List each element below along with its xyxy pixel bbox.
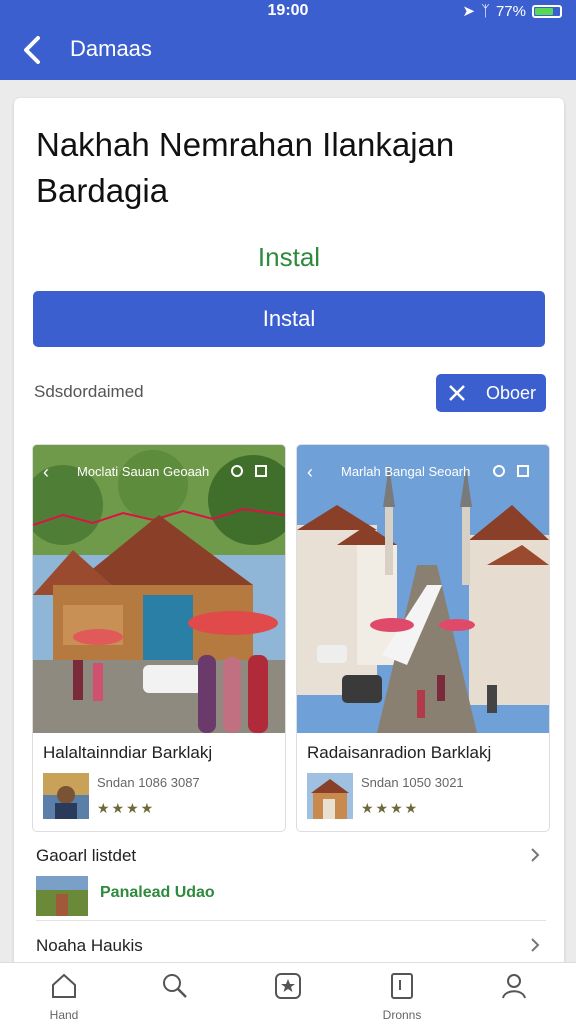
nav-featured[interactable]	[248, 971, 328, 1022]
share-icon	[493, 465, 505, 477]
chevron-left-icon: ‹	[43, 462, 49, 482]
nav-label	[135, 1008, 215, 1022]
chevron-left-icon: ‹	[307, 462, 313, 482]
nav-label	[248, 1008, 328, 1022]
search-icon	[163, 974, 187, 998]
nav-library[interactable]: Dronns	[362, 971, 442, 1022]
close-button[interactable]: Oboer	[436, 374, 546, 412]
nav-label	[474, 1008, 554, 1022]
row-label: Noaha Haukis	[36, 936, 143, 955]
section-row[interactable]: Gaoarl listdet	[14, 838, 564, 878]
tile-name: Radaisanradion Barklakj	[307, 743, 492, 762]
app-detail-card: Nakhah Nemrahan Ilankajan Bardagia Insta…	[14, 98, 564, 978]
status-icons: ➤ ᛉ 77%	[462, 2, 562, 20]
close-button-label: Oboer	[486, 383, 537, 403]
nav-home[interactable]: Hand	[24, 971, 104, 1022]
rating-stars: ★★★★	[361, 800, 420, 816]
app-bar: Damaas	[0, 22, 576, 80]
screenshot-title: Moclati Sauan Geoaah	[77, 464, 210, 479]
battery-icon	[532, 4, 562, 18]
square-icon	[517, 465, 529, 477]
section-thumbnail	[36, 876, 88, 916]
avatar	[307, 773, 353, 819]
chevron-right-icon	[531, 938, 540, 952]
tile-name: Halaltainndiar Barklakj	[43, 743, 213, 762]
screenshot-header: ‹ Moclati Sauan Geoaah	[33, 459, 285, 485]
rating-stars: ★★★★	[97, 800, 156, 816]
back-arrow-icon[interactable]	[18, 32, 48, 68]
nav-label: Hand	[49, 1008, 79, 1022]
status-bar: 19:00 ➤ ᛉ 77%	[0, 0, 576, 22]
star-icon	[275, 973, 301, 999]
tile-date: Sndan 1086 3087	[97, 775, 200, 790]
screenshot-title: Marlah Bangal Seoarh	[341, 464, 471, 479]
profile-icon	[502, 974, 526, 999]
battery-percent: 77%	[495, 2, 526, 20]
nav-search[interactable]	[135, 971, 215, 1022]
square-icon	[255, 465, 267, 477]
page-title: Nakhah Nemrahan Ilankajan Bardagia	[36, 126, 455, 209]
install-link[interactable]: Instal	[14, 242, 564, 273]
meta-label: Sdsdordaimed	[34, 382, 144, 401]
install-button[interactable]: Instal	[33, 291, 545, 347]
close-icon	[449, 385, 465, 401]
book-icon	[391, 973, 413, 999]
app-bar-title: Damaas	[70, 36, 152, 61]
nav-profile[interactable]	[474, 971, 554, 1022]
share-icon	[231, 465, 243, 477]
home-icon	[52, 973, 76, 998]
screenshot-header: ‹ Marlah Bangal Seoarh	[297, 459, 549, 485]
chevron-right-icon	[531, 848, 540, 862]
section-sub-label[interactable]: Panalead Udao	[100, 884, 215, 902]
signal-icon: ᛉ	[480, 2, 490, 20]
location-icon: ➤	[462, 3, 475, 20]
bottom-navigation: Hand Dronns	[0, 962, 576, 1025]
screenshot-tile[interactable]: ‹ Marlah Bangal Seoarh Radaisanradion Ba…	[296, 444, 550, 832]
screenshot-image: ‹ Marlah Bangal Seoarh	[297, 445, 549, 733]
nav-label: Dronns	[382, 1008, 422, 1022]
screenshot-image: ‹ Moclati Sauan Geoaah	[33, 445, 285, 733]
screenshot-tile[interactable]: ‹ Moclati Sauan Geoaah Halaltainndiar Ba…	[32, 444, 286, 832]
section-label: Gaoarl listdet	[36, 846, 137, 865]
avatar	[43, 773, 89, 819]
tile-date: Sndan 1050 3021	[361, 775, 464, 790]
divider	[36, 920, 546, 921]
